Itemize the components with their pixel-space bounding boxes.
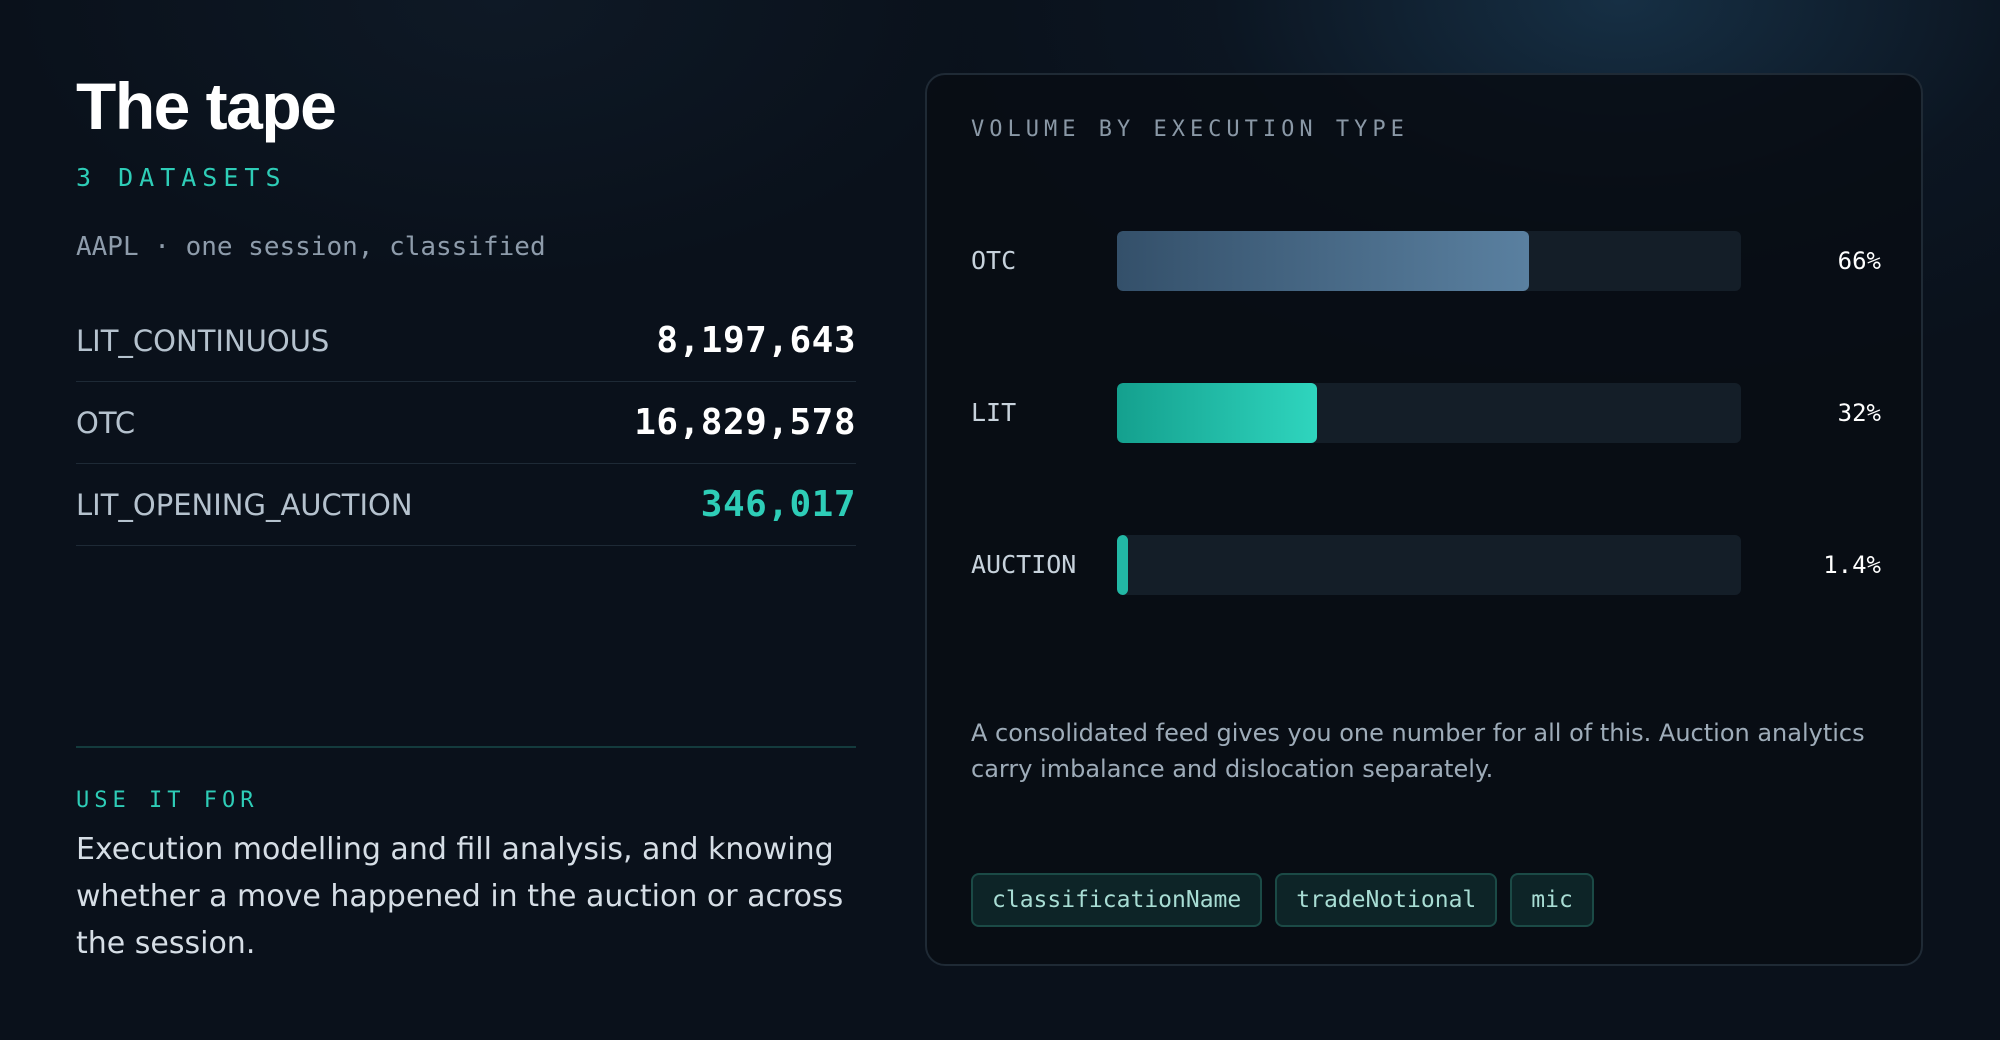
dataset-name: OTC	[76, 405, 136, 440]
bar-value-label: 32%	[1837, 399, 1881, 427]
bar-row-lit: LIT 32%	[971, 383, 1881, 443]
dataset-name: LIT_OPENING_AUCTION	[76, 487, 413, 522]
bar-row-auction: AUCTION 1.4%	[971, 535, 1881, 595]
tag-trade-notional[interactable]: tradeNotional	[1275, 873, 1498, 927]
dataset-table: LIT_CONTINUOUS 8,197,643 OTC 16,829,578 …	[76, 300, 856, 546]
bar-value-label: 66%	[1837, 247, 1881, 275]
card-note: A consolidated feed gives you one number…	[971, 719, 1865, 783]
bar-auction	[1117, 535, 1128, 595]
table-row: OTC 16,829,578	[76, 382, 856, 464]
dataset-value: 16,829,578	[634, 402, 856, 443]
dataset-value: 346,017	[700, 484, 856, 525]
tag-mic[interactable]: mic	[1510, 873, 1594, 927]
bar-track	[1117, 383, 1741, 443]
chart-title: VOLUME BY EXECUTION TYPE	[971, 117, 1409, 142]
dataset-count: 3 DATASETS	[76, 163, 287, 192]
dataset-panel: The tape 3 DATASETS AAPL · one session, …	[76, 0, 856, 1040]
use-it-for-label: USE IT FOR	[76, 788, 259, 813]
bar-row-otc: OTC 66%	[971, 231, 1881, 291]
page-title: The tape	[76, 69, 337, 143]
tag-classification-name[interactable]: classificationName	[971, 873, 1263, 927]
table-row: LIT_CONTINUOUS 8,197,643	[76, 300, 856, 382]
section-divider	[76, 746, 856, 748]
bar-label: AUCTION	[971, 550, 1077, 579]
bar-track	[1117, 231, 1741, 291]
bar-otc	[1117, 231, 1529, 291]
bar-label: LIT	[971, 398, 1017, 427]
page: The tape 3 DATASETS AAPL · one session, …	[0, 0, 2000, 1040]
bar-track	[1117, 535, 1741, 595]
dataset-value: 8,197,643	[656, 320, 856, 361]
table-row: LIT_OPENING_AUCTION 346,017	[76, 464, 856, 546]
dataset-name: LIT_CONTINUOUS	[76, 323, 330, 358]
use-it-for-text: Execution modelling and fill analysis, a…	[76, 832, 844, 961]
bar-label: OTC	[971, 246, 1017, 275]
volume-card: VOLUME BY EXECUTION TYPE OTC 66% LIT 32%…	[925, 73, 1923, 966]
bar-value-label: 1.4%	[1823, 551, 1881, 579]
bar-lit	[1117, 383, 1317, 443]
field-tags: classificationName tradeNotional mic	[971, 873, 1594, 927]
dataset-caption: AAPL · one session, classified	[76, 232, 546, 262]
